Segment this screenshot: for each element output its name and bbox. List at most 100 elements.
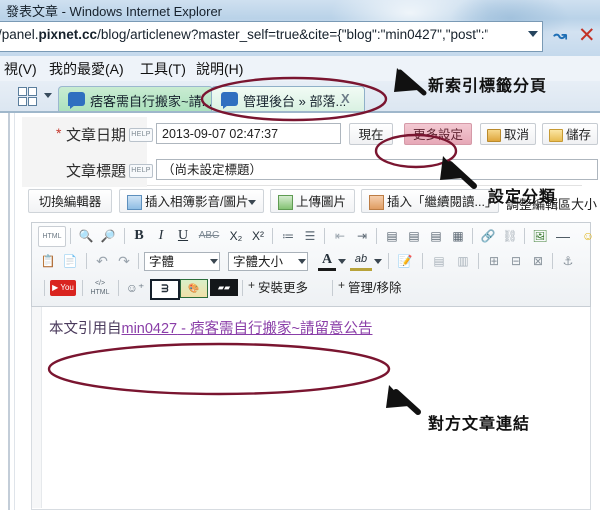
align-center-button[interactable]: ▤ [404, 226, 424, 246]
insert-link-icon[interactable]: 🔗 [478, 226, 498, 246]
youtube-icon[interactable]: ▶ You [50, 280, 76, 296]
quick-tabs-button[interactable] [18, 87, 40, 107]
outdent-button[interactable]: ⇤ [330, 226, 350, 246]
delete-table-icon[interactable]: ▥ [452, 251, 474, 271]
menu-item-0[interactable]: 視(V) [4, 59, 37, 79]
annotation-set-category: 設定分類 [488, 189, 557, 206]
save-button[interactable]: 儲存 [542, 123, 598, 145]
toolbar-separator [472, 228, 473, 244]
help-chip-title[interactable]: HELP [129, 164, 153, 178]
insert-column-icon[interactable]: ⊟ [506, 251, 526, 271]
align-right-button[interactable]: ▤ [426, 226, 446, 246]
video-plugin-icon[interactable]: ▰▰ [210, 279, 238, 296]
insert-image-icon[interactable]: 🖼 [530, 226, 550, 246]
smiley-plus-icon[interactable]: ☺⁺ [124, 278, 146, 298]
cancel-button[interactable]: 取消 [480, 123, 536, 145]
find-icon[interactable]: 🔍 [76, 226, 96, 246]
insert-table-icon[interactable]: ▤ [428, 251, 450, 271]
merge-cells-icon[interactable]: ⊠ [528, 251, 548, 271]
text-color-button[interactable]: A [318, 251, 336, 271]
undo-button[interactable]: ↶ [92, 251, 112, 271]
menu-item-2[interactable]: 工具(T) [140, 59, 186, 79]
menu-item-3[interactable]: 說明(H) [196, 59, 243, 79]
sticker-icon[interactable]: 🎨 [180, 279, 208, 298]
stop-button[interactable]: ✕ [577, 22, 600, 50]
annotation-source-link: 對方文章連結 [428, 416, 531, 433]
help-chip-date[interactable]: HELP [129, 128, 153, 142]
toolbar-separator [422, 253, 423, 269]
horizontal-rule-icon[interactable]: — [552, 226, 574, 246]
italic-button[interactable]: I [152, 226, 170, 246]
chevron-down-icon[interactable] [374, 259, 382, 264]
toolbar-separator [478, 253, 479, 269]
address-bar[interactable]: /panel.pixnet.cc/blog/articlenew?master_… [0, 21, 543, 52]
upload-image-label: 上傳圖片 [296, 195, 347, 209]
blog-tab-icon [68, 92, 85, 106]
now-button[interactable]: 現在 [349, 123, 393, 145]
underline-button[interactable]: U [174, 226, 192, 246]
menu-item-1[interactable]: 我的最愛(A) [49, 59, 124, 79]
bullet-list-button[interactable]: ☰ [300, 226, 320, 246]
insert-media-button[interactable]: 插入相簿影音/圖片 [119, 189, 264, 213]
tab-close-icon[interactable]: X [341, 91, 350, 106]
browser-tab-1[interactable]: 管理後台 » 部落... X [211, 86, 365, 114]
paste-as-text-icon[interactable]: 📄 [60, 251, 80, 271]
article-title-input[interactable]: （尚未設定標題） [156, 159, 598, 180]
address-input[interactable]: /panel.pixnet.cc/blog/articlenew?master_… [0, 27, 488, 42]
superscript-button[interactable]: X² [248, 226, 268, 246]
anchor-icon[interactable]: ⚓ [558, 251, 578, 271]
chevron-down-icon[interactable] [210, 259, 218, 264]
html-source-button[interactable]: HTML [38, 226, 66, 247]
replace-icon[interactable]: 🔎 [98, 226, 118, 246]
readmore-icon [369, 195, 384, 210]
insert-row-icon[interactable]: ⊞ [484, 251, 504, 271]
highlight-color-button[interactable]: ab [350, 251, 372, 271]
rich-toolbar-row-1: HTML 🔍 🔎 B I U ABC X₂ X² ≔ ☰ ⇤ ⇥ ▤ ▤ ▤ ▦… [32, 226, 594, 248]
font-family-select[interactable]: 字體 [144, 252, 220, 271]
upload-image-button[interactable]: 上傳圖片 [270, 189, 355, 213]
refresh-button[interactable]: ↝ [549, 22, 576, 50]
quote-link-title[interactable]: 痞客需自行搬家~請留意公告 [190, 321, 372, 337]
window-title: 發表文章 - Windows Internet Explorer [6, 4, 223, 19]
tab-list-chevron-down-icon[interactable] [44, 93, 52, 98]
quick-tab-square [18, 97, 27, 106]
subscript-button[interactable]: X₂ [226, 226, 246, 246]
unlink-icon[interactable]: ⛓ [500, 226, 520, 246]
editor-canvas[interactable]: 本文引用自min0427 - 痞客需自行搬家~請留意公告 [31, 307, 591, 510]
emoticon-icon[interactable]: ☺ [578, 226, 598, 246]
toolbar-separator [86, 253, 87, 269]
canvas-gutter [32, 307, 42, 508]
quote-dash: - [177, 321, 191, 337]
toolbar-separator [44, 280, 45, 296]
install-more-button[interactable]: 安裝更多 [258, 279, 308, 297]
paste-from-word-icon[interactable]: 📋 [38, 251, 58, 271]
chevron-down-icon[interactable] [338, 259, 346, 264]
toolbar-separator [376, 228, 377, 244]
switch-editor-button[interactable]: 切換編輯器 [28, 189, 112, 213]
insert-readmore-button[interactable]: 插入「繼續閱讀...」 [361, 189, 499, 213]
redo-button[interactable]: ↷ [114, 251, 134, 271]
article-date-input[interactable]: 2013-09-07 02:47:37 [156, 123, 341, 144]
install-more-plus: + [248, 278, 256, 292]
font-size-select[interactable]: 字體大小 [228, 252, 308, 271]
blog-tab-icon [221, 92, 238, 106]
ordered-list-button[interactable]: ≔ [278, 226, 298, 246]
browser-tab-0[interactable]: 痞客需自行搬家~請... [58, 86, 213, 114]
chevron-down-icon[interactable] [298, 259, 306, 264]
align-justify-button[interactable]: ▦ [448, 226, 468, 246]
align-left-button[interactable]: ▤ [382, 226, 402, 246]
indent-button[interactable]: ⇥ [352, 226, 372, 246]
flash-banner-icon[interactable]: ᗱ [150, 279, 180, 300]
page-left-rail [8, 113, 10, 510]
manage-remove-button[interactable]: 管理/移除 [348, 279, 401, 297]
html-block-icon[interactable]: </> HTML [88, 279, 112, 299]
strikethrough-button[interactable]: ABC [196, 226, 222, 246]
edit-style-icon[interactable]: 📝 [394, 251, 416, 271]
chevron-down-icon[interactable] [528, 31, 538, 37]
more-settings-button[interactable]: 更多設定 [404, 123, 472, 145]
quote-link-user[interactable]: min0427 [122, 321, 178, 337]
window-chrome: 發表文章 - Windows Internet Explorer /panel.… [0, 0, 600, 58]
browser-tab-label: 管理後台 » 部落... [243, 94, 347, 109]
chevron-down-icon[interactable] [248, 200, 256, 205]
bold-button[interactable]: B [130, 226, 148, 246]
